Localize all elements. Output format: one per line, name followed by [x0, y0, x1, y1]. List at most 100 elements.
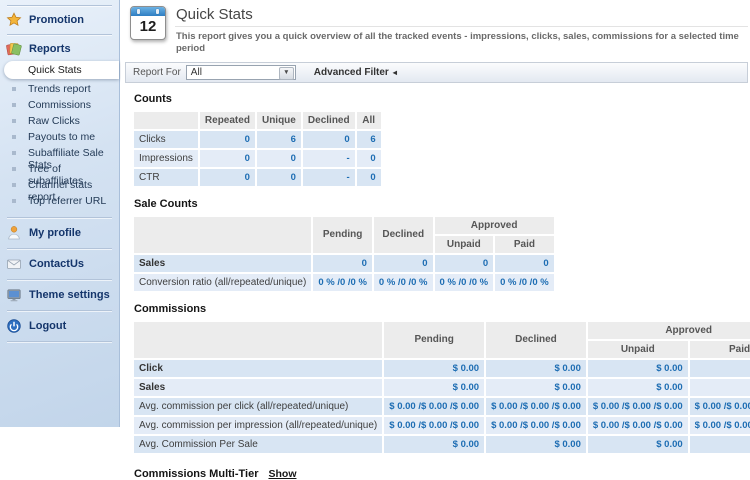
row-label-cell: Avg. Commission Per Sale [134, 436, 382, 453]
filter-bar: Report For All ▼ Advanced Filter ◂ [125, 62, 748, 83]
multi-tier-show-link[interactable]: Show [268, 468, 296, 480]
page-header-text: Quick Stats This report gives you a quic… [175, 6, 750, 55]
sidebar-item-reports[interactable]: Reports [0, 38, 119, 60]
sidebar-subitem-label: Commissions [28, 99, 91, 111]
calendar-icon-day: 12 [131, 16, 165, 37]
value-cell: - [303, 150, 355, 167]
sidebar-subitem-payouts-to-me[interactable]: Payouts to me [0, 129, 119, 145]
value-cell: $ 0.00 /$ 0.00 /$ 0.00 [384, 398, 484, 415]
profile-icon [5, 225, 22, 241]
sidebar-item-promotion[interactable]: Promotion [0, 9, 119, 31]
value-cell: $ 0.00 [588, 379, 688, 396]
sidebar-subitem-quick-stats[interactable]: Quick Stats [4, 61, 119, 79]
multi-tier-title: Commissions Multi-Tier [134, 468, 258, 480]
sidebar-subitem-subaffiliate-sale-stats[interactable]: Subaffiliate Sale Stats [0, 145, 119, 161]
sidebar-subitem-trends-report[interactable]: Trends report [0, 81, 119, 97]
column-header: Declined [303, 112, 355, 129]
table-row: Conversion ratio (all/repeated/unique)0 … [134, 274, 554, 291]
main-content: 12 Quick Stats This report gives you a q… [121, 0, 750, 427]
row-label-cell: CTR [134, 169, 198, 186]
table-row: Click$ 0.00$ 0.00$ 0.00$ 0.00 [134, 360, 750, 377]
sidebar-divider [7, 341, 112, 342]
value-cell: $ 0.00 [588, 360, 688, 377]
sidebar-divider [7, 217, 112, 218]
value-cell: $ 0.00 /$ 0.00 /$ 0.00 [486, 398, 586, 415]
sale-counts-table: PendingDeclinedApprovedUnpaidPaidSales00… [132, 215, 556, 293]
report-for-selected-value: All [191, 67, 202, 78]
sidebar-item-contactus[interactable]: ContactUs [0, 252, 119, 276]
reports-icon [5, 41, 22, 57]
logout-icon [5, 318, 22, 334]
bullet-icon [12, 135, 16, 139]
sidebar-subitem-top-referrer-url[interactable]: Top referrer URL [0, 193, 119, 209]
column-header: Pending [313, 217, 372, 253]
dropdown-arrow-icon[interactable]: ▼ [279, 67, 294, 80]
bullet-icon [12, 103, 16, 107]
sidebar-subitem-label: Payouts to me [28, 131, 95, 143]
column-group-header: Approved [588, 322, 750, 339]
counts-table: RepeatedUniqueDeclinedAll Clicks 0 6 0 6 Impre… [132, 110, 383, 188]
value-cell: $ 0.00 [690, 436, 750, 453]
value-cell: 0 [257, 169, 301, 186]
page-title: Quick Stats [175, 6, 748, 27]
sidebar-subitem-label: Trends report [28, 83, 91, 95]
column-header: All [357, 112, 381, 129]
theme-icon [5, 287, 22, 303]
advanced-filter-toggle[interactable]: Advanced Filter ◂ [314, 67, 397, 78]
table-row: Impressions00-0 [134, 150, 381, 167]
commissions-table-slot: PendingDeclinedApprovedUnpaidPaidClick$ … [121, 320, 750, 455]
reports-submenu: Quick Stats Trends report Commissions Raw C… [0, 61, 119, 209]
value-cell: 0 [313, 255, 372, 272]
value-cell: 6 [357, 131, 381, 148]
calendar-icon: 12 [130, 6, 166, 40]
value-cell: $ 0.00 /$ 0.00 /$ 0.00 [588, 398, 688, 415]
page-header: 12 Quick Stats This report gives you a q… [121, 0, 750, 55]
sidebar-item-logout[interactable]: Logout [0, 314, 119, 338]
column-subheader: Unpaid [435, 236, 494, 253]
sidebar-item-label: Reports [29, 43, 71, 55]
value-cell: 0 % /0 /0 % [374, 274, 433, 291]
sidebar-subitem-label: Raw Clicks [28, 115, 80, 127]
row-label-cell: Clicks [134, 131, 198, 148]
sidebar-item-label: Promotion [29, 14, 84, 26]
value-cell: 6 [257, 131, 301, 148]
row-label-cell: Sales [134, 379, 382, 396]
sidebar-subitem-label: Top referrer URL [28, 195, 106, 207]
sidebar-subitem-raw-clicks[interactable]: Raw Clicks [0, 113, 119, 129]
value-cell: $ 0.00 /$ 0.00 /$ 0.00 [384, 417, 484, 434]
row-label-cell: Avg. commission per impression (all/repe… [134, 417, 382, 434]
sidebar-item-my-profile[interactable]: My profile [0, 221, 119, 245]
value-cell: - [303, 169, 355, 186]
column-group-header: Approved [435, 217, 554, 234]
column-header: Pending [384, 322, 484, 358]
sidebar-subitem-tree-of-subaffiliates[interactable]: Tree of subaffiliates [0, 161, 119, 177]
bullet-icon [12, 167, 16, 171]
column-header: Declined [486, 322, 586, 358]
value-cell: 0 [435, 255, 494, 272]
value-cell: 0 [357, 150, 381, 167]
column-subheader: Paid [495, 236, 554, 253]
column-header: Unique [257, 112, 301, 129]
table-row: Avg. commission per click (all/repeated/… [134, 398, 750, 415]
sidebar-item-theme-settings[interactable]: Theme settings [0, 283, 119, 307]
advanced-filter-label: Advanced Filter [314, 67, 389, 78]
value-cell: 0 [357, 169, 381, 186]
table-corner-cell [134, 322, 382, 358]
value-cell: $ 0.00 [486, 360, 586, 377]
sidebar-subitem-commissions[interactable]: Commissions [0, 97, 119, 113]
sidebar-divider [7, 310, 112, 311]
column-subheader: Unpaid [588, 341, 688, 358]
column-header: Declined [374, 217, 433, 253]
commissions-section-title: Commissions [134, 303, 750, 315]
bullet-icon [12, 183, 16, 187]
column-header: Repeated [200, 112, 255, 129]
commissions-table: PendingDeclinedApprovedUnpaidPaidClick$ … [132, 320, 750, 455]
bullet-icon [12, 151, 16, 155]
value-cell: $ 0.00 /$ 0.00 /$ 0.00 [588, 417, 688, 434]
row-label-cell: Impressions [134, 150, 198, 167]
report-for-select[interactable]: All ▼ [186, 65, 296, 80]
page-subtitle: This report gives you a quick overview o… [175, 27, 748, 55]
sidebar-subitem-channel-stats-report[interactable]: Channel stats report [0, 177, 119, 193]
value-cell: $ 0.00 [486, 436, 586, 453]
row-label-cell: Sales [134, 255, 311, 272]
